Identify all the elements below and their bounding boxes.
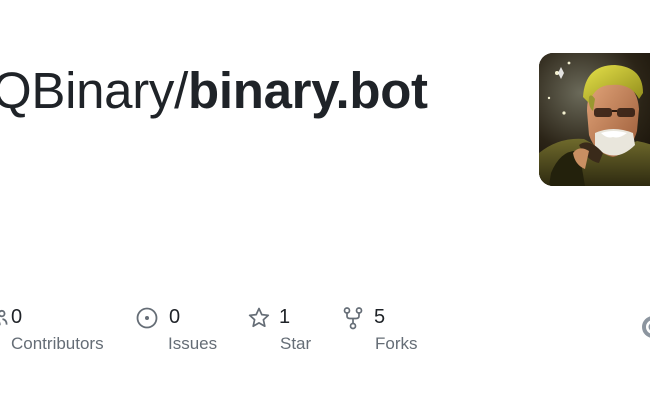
- repo-owner[interactable]: QBinary: [0, 62, 174, 119]
- repo-stats: 0 Contributors 0 Issues 1 Star 5 Forks: [0, 300, 650, 370]
- repo-name[interactable]: binary.bot: [188, 62, 428, 119]
- issues-count: 0: [169, 306, 181, 328]
- repo-title: QBinary/binary.bot: [0, 56, 428, 126]
- people-icon: [0, 306, 8, 328]
- stat-stars[interactable]: 1 Star: [246, 300, 336, 360]
- owner-avatar[interactable]: [539, 53, 650, 186]
- stars-count: 1: [279, 306, 291, 328]
- stat-issues[interactable]: 0 Issues: [134, 300, 234, 360]
- stars-label: Star: [280, 334, 312, 353]
- issues-label: Issues: [168, 334, 218, 353]
- contributors-count: 0: [11, 306, 23, 328]
- forks-count: 5: [374, 306, 386, 328]
- stat-contributors[interactable]: 0 Contributors: [0, 300, 120, 360]
- stat-forks[interactable]: 5 Forks: [342, 300, 442, 360]
- repo-forked-icon: [342, 306, 364, 330]
- github-mark-icon: [640, 313, 650, 341]
- forks-label: Forks: [375, 334, 418, 353]
- repo-separator: /: [174, 62, 189, 119]
- contributors-label: Contributors: [11, 334, 104, 353]
- repo-social-card: QBinary/binary.bot 0 Contributors 0 Issu…: [0, 0, 650, 400]
- avatar-image: [539, 53, 650, 186]
- star-icon: [247, 306, 270, 328]
- issue-opened-icon: [135, 306, 158, 329]
